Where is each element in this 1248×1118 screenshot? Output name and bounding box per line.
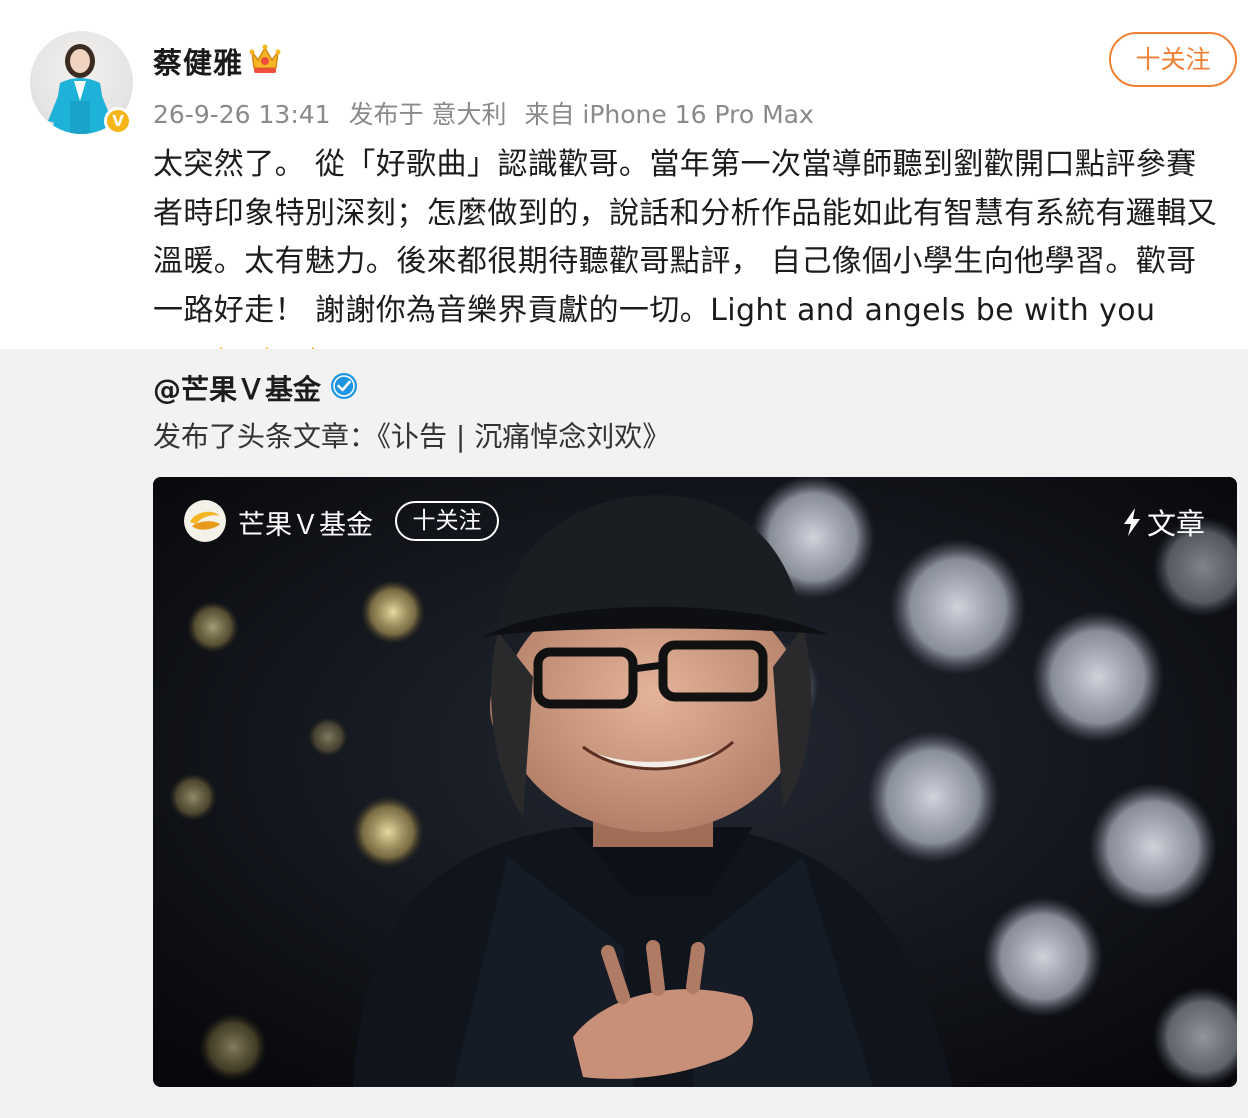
article-card[interactable]: 芒果Ｖ基金 十关注 文章 — [153, 477, 1237, 1087]
repost-author[interactable]: @芒果Ｖ基金 — [153, 368, 321, 408]
post-date[interactable]: 26-9-26 13:41 — [153, 100, 331, 129]
article-tag: 文章 — [1121, 501, 1205, 543]
card-account-logo — [184, 500, 226, 542]
lightning-icon — [1123, 508, 1140, 536]
verified-blue-icon — [331, 373, 357, 399]
author-name[interactable]: 蔡健雅 — [153, 40, 243, 82]
weibo-post: V 蔡健雅 26-9-26 13:41 发布于 意大利 来自 iPhone 16… — [0, 0, 1248, 1118]
post-device: 来自 iPhone 16 Pro Max — [524, 100, 814, 129]
article-tag-label: 文章 — [1146, 507, 1205, 541]
card-account-name[interactable]: 芒果Ｖ基金 — [238, 503, 373, 542]
card-follow-button[interactable]: 十关注 — [395, 501, 499, 541]
repost-text[interactable]: 发布了头条文章：《讣告 | 沉痛悼念刘欢》 — [153, 415, 670, 455]
verified-badge-icon: V — [104, 107, 132, 135]
post-location: 发布于 意大利 — [348, 100, 507, 129]
post-meta: 26-9-26 13:41 发布于 意大利 来自 iPhone 16 Pro M… — [153, 95, 824, 131]
follow-button[interactable]: 十关注 — [1109, 32, 1237, 87]
post-text: 太突然了。 從「好歌曲」認識歡哥。當年第一次當導師聽到劉歡開口點評參賽者時印象特… — [153, 147, 1217, 328]
crown-icon — [249, 44, 281, 73]
article-cover-image — [153, 477, 1237, 1087]
